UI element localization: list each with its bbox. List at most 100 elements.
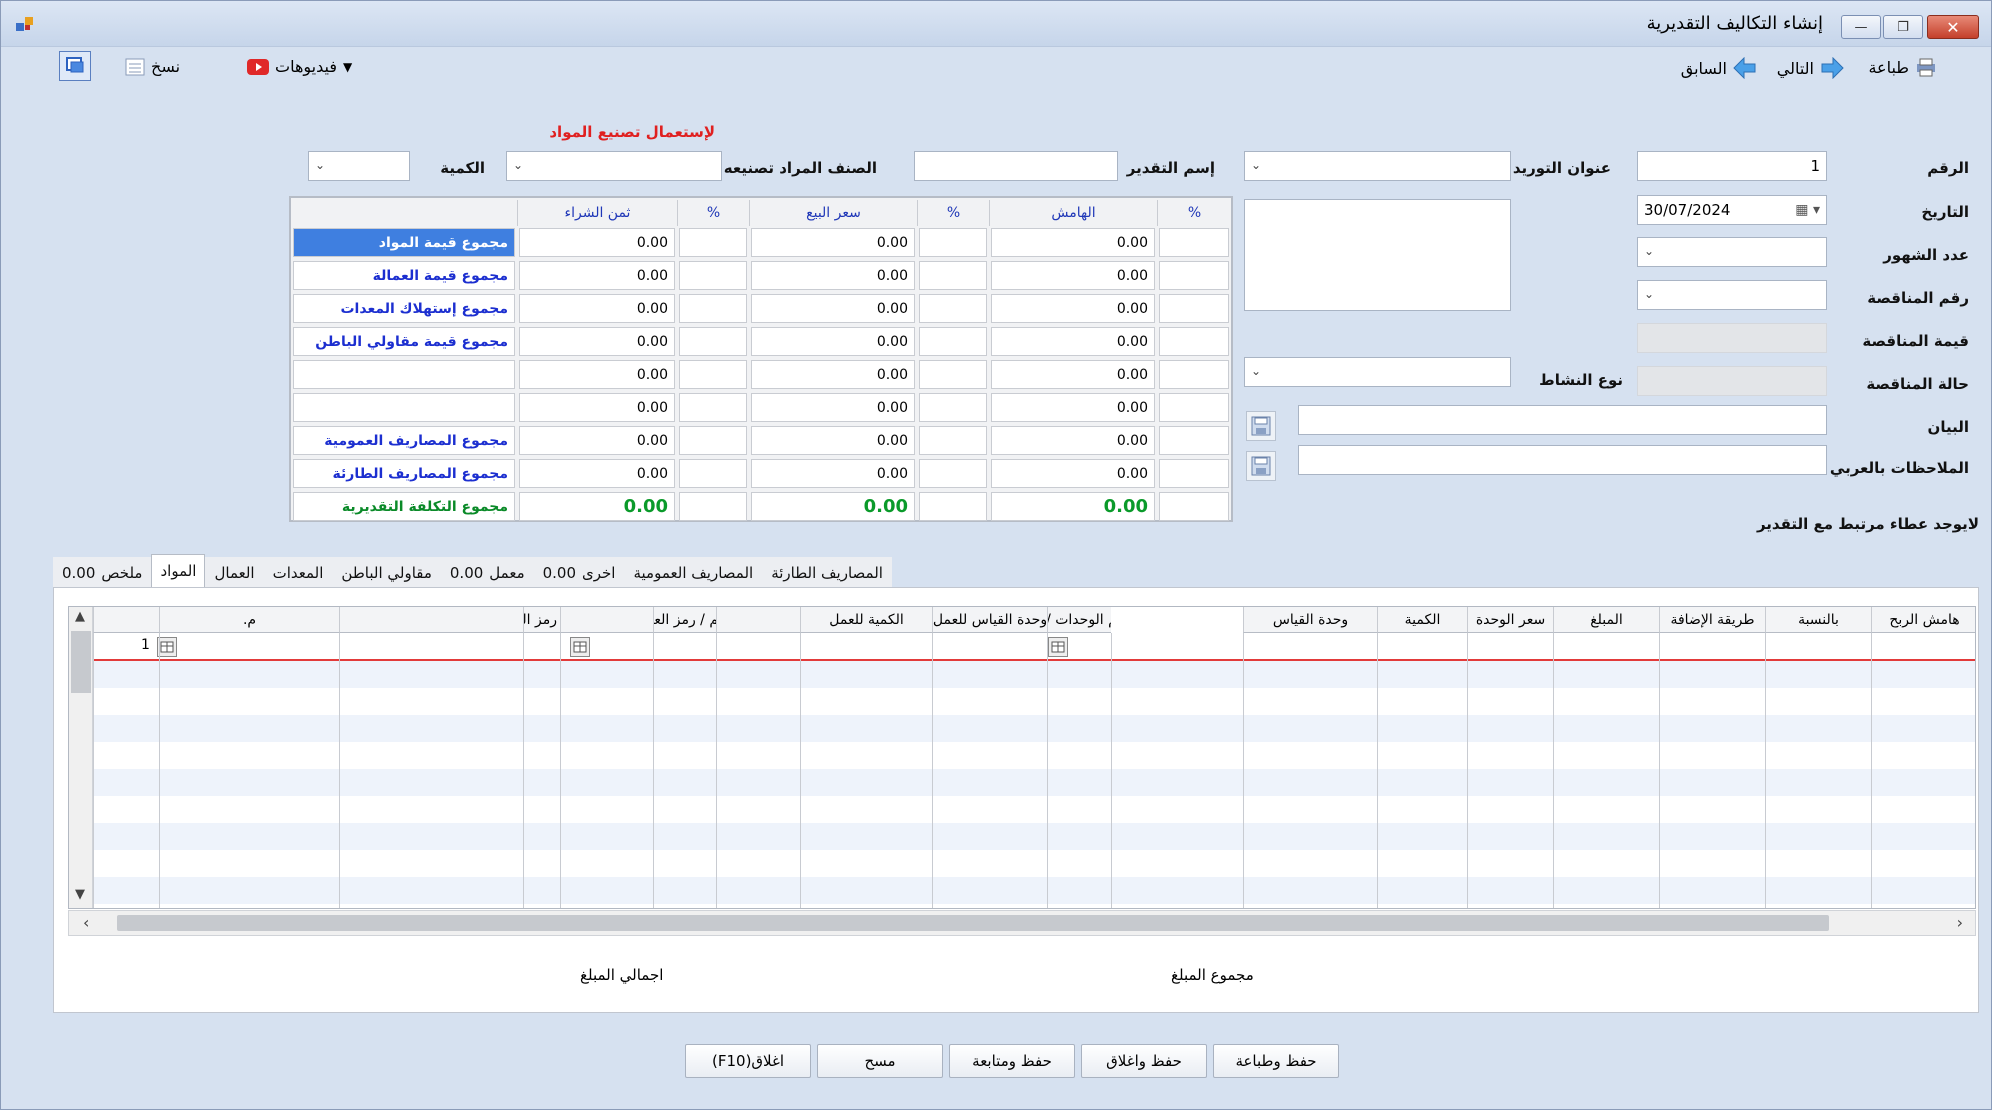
selling-price-cell[interactable]: 0.00 bbox=[751, 327, 915, 356]
table-row[interactable] bbox=[93, 633, 1975, 661]
selling-price-cell[interactable]: 0.00 bbox=[751, 393, 915, 422]
column-header[interactable]: رمز ورقم الوحدات / الاصناف bbox=[1047, 607, 1111, 633]
number-field[interactable]: 1 bbox=[1637, 151, 1827, 181]
pct-cell[interactable] bbox=[919, 327, 987, 356]
margin-cell[interactable]: 0.00 bbox=[991, 459, 1155, 488]
purchase-price-cell[interactable]: 0.00 bbox=[519, 294, 675, 323]
supply-address-combo[interactable]: ⌄ bbox=[1244, 151, 1511, 181]
selling-price-cell[interactable]: 0.00 bbox=[751, 261, 915, 290]
margin-cell[interactable]: 0.00 bbox=[991, 228, 1155, 257]
item-lookup-icon[interactable] bbox=[1048, 637, 1068, 657]
pct-cell[interactable] bbox=[1159, 294, 1229, 323]
notes-arabic-field[interactable] bbox=[1298, 445, 1827, 475]
column-header[interactable]: هامش الربح bbox=[1871, 607, 1975, 633]
summary-category[interactable]: مجموع إستهلاك المعدات bbox=[293, 294, 515, 323]
date-picker[interactable]: 30/07/2024 ▦ ▾ bbox=[1637, 195, 1827, 225]
pct-cell[interactable] bbox=[1159, 228, 1229, 257]
grid-vertical-scrollbar[interactable]: ▲ ▼ bbox=[69, 607, 93, 908]
summary-category[interactable]: مجموع قيمة المواد bbox=[293, 228, 515, 257]
scroll-right-icon[interactable]: › bbox=[1957, 913, 1963, 932]
close-button[interactable]: اغلاق(F10) bbox=[685, 1044, 811, 1078]
summary-category[interactable]: مجموع قيمة مقاولي الباطن bbox=[293, 327, 515, 356]
column-header[interactable]: وحدة القياس للعمل bbox=[932, 607, 1047, 633]
copy-button[interactable]: نسخ bbox=[125, 57, 180, 76]
scroll-up-icon[interactable]: ▲ bbox=[75, 609, 85, 624]
statement-field[interactable] bbox=[1298, 405, 1827, 435]
tab-4[interactable]: مقاولي الباطن bbox=[332, 557, 441, 587]
months-combo[interactable]: ⌄ bbox=[1637, 237, 1827, 267]
row-lookup-icon[interactable] bbox=[157, 637, 177, 657]
purchase-price-cell[interactable]: 0.00 bbox=[519, 261, 675, 290]
pct-cell[interactable] bbox=[679, 426, 747, 455]
pct-cell[interactable] bbox=[919, 294, 987, 323]
pct-cell[interactable] bbox=[679, 294, 747, 323]
pct-cell[interactable] bbox=[919, 228, 987, 257]
scroll-thumb[interactable] bbox=[117, 915, 1829, 931]
selling-price-cell[interactable]: 0.00 bbox=[751, 294, 915, 323]
tab-0[interactable]: المصاريف الطارئة bbox=[762, 557, 892, 587]
clear-button[interactable]: مسح bbox=[817, 1044, 943, 1078]
column-header[interactable]: المبلغ bbox=[1553, 607, 1659, 633]
column-header[interactable]: وحدة القياس bbox=[1243, 607, 1377, 633]
selling-price-cell[interactable]: 0.00 bbox=[751, 360, 915, 389]
tab-3[interactable]: معمل 0.00 bbox=[440, 557, 534, 587]
selling-price-cell[interactable]: 0.00 bbox=[751, 459, 915, 488]
column-header[interactable]: بالنسبة bbox=[1765, 607, 1871, 633]
pct-cell[interactable] bbox=[679, 360, 747, 389]
tab-6[interactable]: العمال bbox=[205, 557, 264, 587]
window-switch-button[interactable] bbox=[59, 51, 91, 81]
scroll-thumb[interactable] bbox=[71, 631, 91, 693]
save-notes-button[interactable] bbox=[1246, 451, 1276, 481]
margin-cell[interactable]: 0.00 bbox=[991, 426, 1155, 455]
save-print-button[interactable]: حفظ وطباعة bbox=[1213, 1044, 1339, 1078]
scroll-left-icon[interactable]: ‹ bbox=[83, 913, 89, 932]
pct-cell[interactable] bbox=[919, 360, 987, 389]
summary-category[interactable] bbox=[293, 360, 515, 389]
column-header[interactable]: الكمية للعمل bbox=[800, 607, 932, 633]
item-to-manufacture-combo[interactable]: ⌄ bbox=[506, 151, 722, 181]
pct-cell[interactable] bbox=[679, 327, 747, 356]
save-continue-button[interactable]: حفظ ومتابعة bbox=[949, 1044, 1075, 1078]
close-window-button[interactable]: ✕ bbox=[1927, 15, 1979, 39]
pct-cell[interactable] bbox=[919, 261, 987, 290]
pct-cell[interactable] bbox=[1159, 393, 1229, 422]
margin-cell[interactable]: 0.00 bbox=[991, 294, 1155, 323]
tab-2[interactable]: اخرى 0.00 bbox=[533, 557, 625, 587]
margin-cell[interactable]: 0.00 bbox=[991, 261, 1155, 290]
materials-grid[interactable]: ▲ ▼ 1 هامش الربح بالنسبة طريقة الإضافة المب… bbox=[68, 606, 1976, 909]
tab-5[interactable]: المعدات bbox=[263, 557, 333, 587]
purchase-price-cell[interactable]: 0.00 bbox=[519, 360, 675, 389]
margin-cell[interactable]: 0.00 bbox=[991, 360, 1155, 389]
tender-no-combo[interactable]: ⌄ bbox=[1637, 280, 1827, 310]
selling-price-cell[interactable]: 0.00 bbox=[751, 426, 915, 455]
tab-1[interactable]: المصاريف العمومية bbox=[624, 557, 763, 587]
pct-cell[interactable] bbox=[679, 228, 747, 257]
purchase-price-cell[interactable]: 0.00 bbox=[519, 228, 675, 257]
tab-7[interactable]: المواد bbox=[151, 554, 206, 587]
pct-cell[interactable] bbox=[1159, 426, 1229, 455]
quantity-combo[interactable]: ⌄ bbox=[308, 151, 410, 181]
pct-cell[interactable] bbox=[679, 393, 747, 422]
pct-cell[interactable] bbox=[1159, 327, 1229, 356]
estimate-name-field[interactable] bbox=[914, 151, 1118, 181]
column-header[interactable]: اسم / رمز العمل bbox=[653, 607, 716, 633]
column-header[interactable]: اسم / رمز النشاط bbox=[523, 607, 560, 633]
activity-lookup-icon[interactable] bbox=[570, 637, 590, 657]
save-statement-button[interactable] bbox=[1246, 411, 1276, 441]
save-close-button[interactable]: حفظ واغلاق bbox=[1081, 1044, 1207, 1078]
margin-cell[interactable]: 0.00 bbox=[991, 327, 1155, 356]
summary-category[interactable]: مجموع قيمة العمالة bbox=[293, 261, 515, 290]
calendar-icon[interactable]: ▦ ▾ bbox=[1795, 202, 1820, 218]
previous-button[interactable]: السابق bbox=[1681, 57, 1757, 79]
margin-cell[interactable]: 0.00 bbox=[991, 393, 1155, 422]
grid-horizontal-scrollbar[interactable]: ‹ › bbox=[68, 910, 1976, 936]
column-header[interactable]: م. bbox=[159, 607, 339, 633]
print-button[interactable]: طباعة bbox=[1868, 57, 1937, 77]
minimize-button[interactable]: — bbox=[1841, 15, 1881, 39]
purchase-price-cell[interactable]: 0.00 bbox=[519, 426, 675, 455]
pct-cell[interactable] bbox=[1159, 261, 1229, 290]
pct-cell[interactable] bbox=[919, 393, 987, 422]
purchase-price-cell[interactable]: 0.00 bbox=[519, 393, 675, 422]
title-bar[interactable]: إنشاء التكاليف التقديرية — ❐ ✕ bbox=[1, 1, 1991, 47]
column-header[interactable]: الكمية bbox=[1377, 607, 1467, 633]
